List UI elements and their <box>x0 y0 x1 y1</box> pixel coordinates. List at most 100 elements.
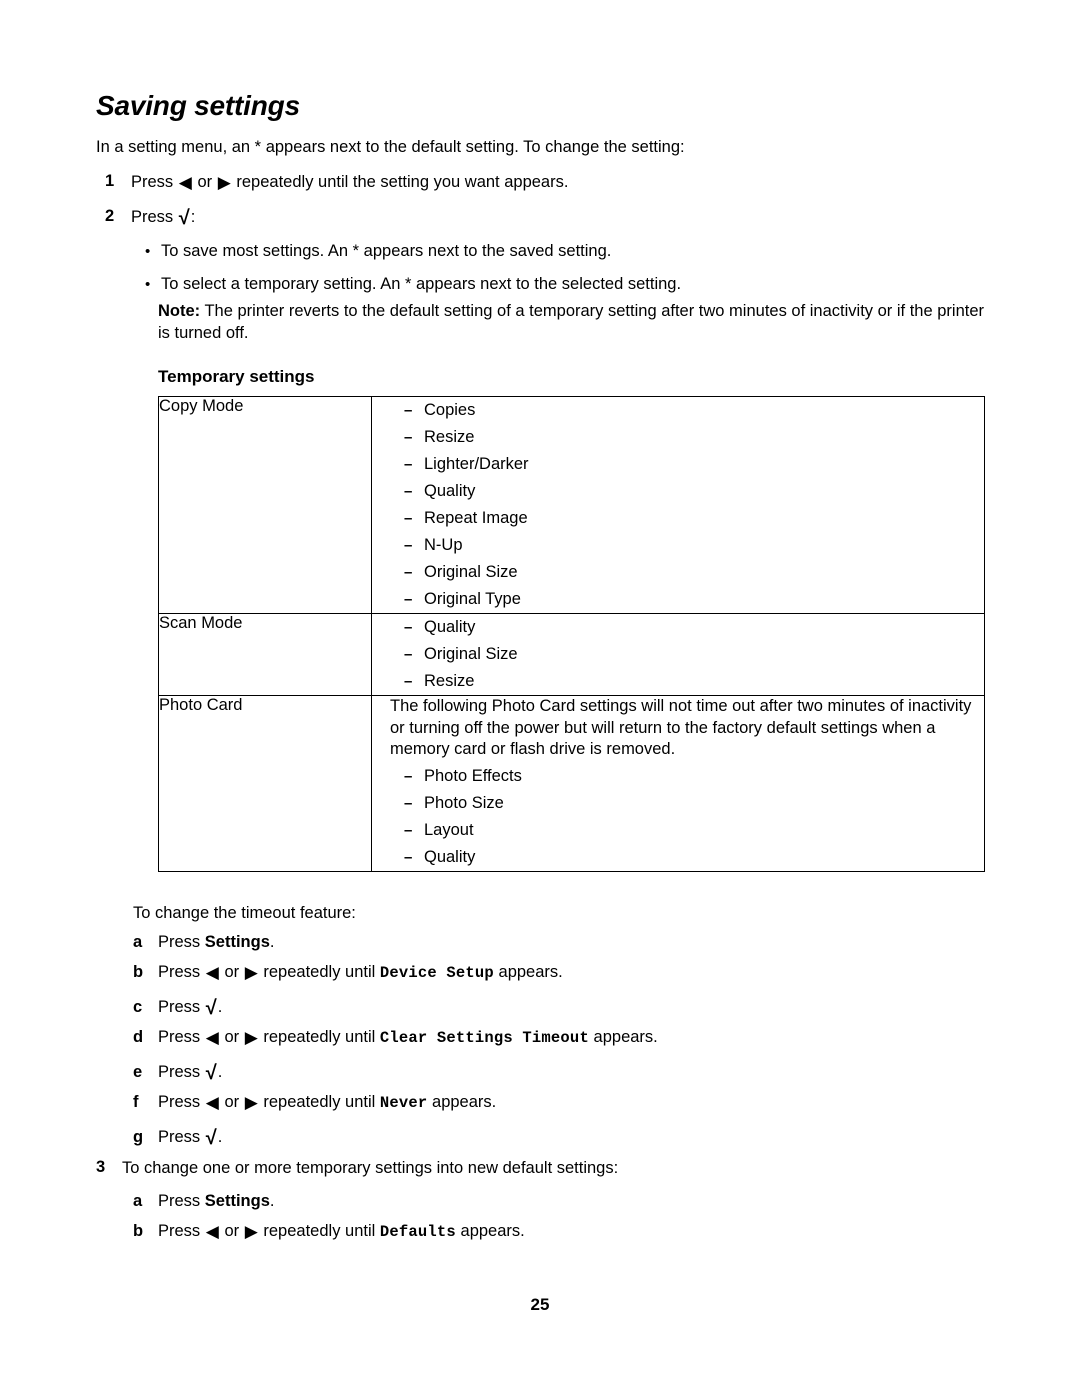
bullet-2-text: To select a temporary setting. An * appe… <box>161 275 682 293</box>
defaults-step-a: a Press Settings. <box>133 1191 274 1212</box>
list-item: – Photo Size <box>372 790 984 817</box>
dash-icon: – <box>404 510 413 527</box>
dash-icon: – <box>404 673 413 690</box>
row-item-list: – Quality – Original Size – Resize <box>372 614 984 695</box>
row-content: – Copies – Resize – Lighter/Darker – Quality… <box>371 396 985 614</box>
step-1-press: Press <box>131 173 174 191</box>
list-item: – Copies <box>372 397 984 424</box>
left-arrow-icon: ◀ <box>178 173 192 192</box>
list-item: – Original Size <box>372 559 984 586</box>
list-item: – Quality <box>372 614 984 641</box>
step-3-text: To change one or more temporary settings… <box>122 1159 619 1177</box>
settings-term: Settings <box>204 933 270 951</box>
note-block: Note: The printer reverts to the default… <box>158 300 996 344</box>
intro-paragraph: In a setting menu, an * appears next to … <box>96 138 685 156</box>
table-heading: Temporary settings <box>158 367 315 386</box>
dash-icon: – <box>404 456 413 473</box>
bullet-icon: • <box>145 276 151 293</box>
list-item: – Quality <box>372 844 984 871</box>
timeout-step-e: e Press √. <box>133 1062 222 1083</box>
bullet-icon: • <box>145 243 151 260</box>
step-text: Press Settings. <box>158 933 275 951</box>
step-text: Press √. <box>158 997 223 1019</box>
check-icon: √ <box>205 997 217 1019</box>
menu-term: Device Setup <box>379 964 494 982</box>
right-arrow-icon: ▶ <box>244 1093 258 1112</box>
list-item: – Quality <box>372 478 984 505</box>
right-arrow-icon: ▶ <box>244 963 258 982</box>
row-content: The following Photo Card settings will n… <box>371 695 985 872</box>
timeout-step-c: c Press √. <box>133 997 222 1018</box>
step-marker: c <box>133 998 143 1016</box>
check-icon: √ <box>178 207 190 229</box>
step-3: 3 To change one or more temporary settin… <box>96 1158 996 1179</box>
step-text: Press ◀ or ▶ repeatedly until Defaults a… <box>158 1222 525 1241</box>
list-item: – Layout <box>372 817 984 844</box>
note-label: Note: <box>158 302 201 320</box>
timeout-lead-text: To change the timeout feature: <box>133 904 356 922</box>
step-2-tail: : <box>190 208 196 226</box>
dash-icon: – <box>404 483 413 500</box>
step-2: 2 Press √: <box>105 207 985 228</box>
dash-icon: – <box>404 821 413 839</box>
left-arrow-icon: ◀ <box>205 1093 219 1112</box>
temporary-settings-table: Copy Mode – Copies – Resize – Lighter/Darke… <box>158 396 985 872</box>
list-item: – Resize <box>372 668 984 695</box>
list-item: – Original Size <box>372 641 984 668</box>
step-text: Press ◀ or ▶ repeatedly until Device Set… <box>158 963 563 982</box>
check-icon: √ <box>205 1062 217 1084</box>
table-row: Scan Mode – Quality – Original Size – Resiz… <box>158 613 985 696</box>
note-text: The printer reverts to the default setti… <box>158 302 984 342</box>
step-3-marker: 3 <box>96 1158 106 1176</box>
row-item-list: – Photo Effects – Photo Size – Layout – Qual… <box>372 763 984 871</box>
bullet-1-text: To save most settings. An * appears next… <box>161 242 612 260</box>
step-text: Press Settings. <box>158 1192 275 1210</box>
row-label: Photo Card <box>158 695 372 872</box>
step-2-press: Press <box>131 208 174 226</box>
list-item: • To select a temporary setting. An * ap… <box>145 274 1005 295</box>
row-label: Copy Mode <box>158 396 372 614</box>
step-2-marker: 2 <box>105 207 115 225</box>
step-marker: d <box>133 1028 144 1046</box>
timeout-step-f: f Press ◀ or ▶ repeatedly until Never ap… <box>133 1092 496 1114</box>
table-row: Copy Mode – Copies – Resize – Lighter/Darke… <box>158 396 985 614</box>
right-arrow-icon: ▶ <box>244 1028 258 1047</box>
page-title: Saving settings <box>96 90 300 121</box>
step-marker: b <box>133 963 144 981</box>
table-row: Photo Card The following Photo Card sett… <box>158 695 985 872</box>
defaults-step-b: b Press ◀ or ▶ repeatedly until Defaults… <box>133 1221 525 1243</box>
timeout-step-b: b Press ◀ or ▶ repeatedly until Device S… <box>133 962 563 984</box>
row-paragraph: The following Photo Card settings will n… <box>390 697 972 758</box>
timeout-step-a: a Press Settings. <box>133 932 274 953</box>
step-1-tail: repeatedly until the setting you want ap… <box>236 173 569 191</box>
menu-term: Defaults <box>379 1223 456 1241</box>
dash-icon: – <box>404 591 413 608</box>
list-item: – N-Up <box>372 532 984 559</box>
step-marker: f <box>133 1093 139 1111</box>
dash-icon: – <box>404 429 413 446</box>
menu-term: Never <box>379 1094 428 1112</box>
timeout-step-g: g Press √. <box>133 1127 222 1148</box>
step-2-text: Press √: <box>131 207 195 228</box>
page-number: 25 <box>530 1295 550 1314</box>
step-marker: g <box>133 1128 144 1146</box>
right-arrow-icon: ▶ <box>244 1222 258 1241</box>
dash-icon: – <box>404 402 413 419</box>
list-item: – Lighter/Darker <box>372 451 984 478</box>
left-arrow-icon: ◀ <box>205 963 219 982</box>
row-label: Scan Mode <box>158 613 372 696</box>
dash-icon: – <box>404 794 413 812</box>
step-1: 1 Press ◀ or ▶ repeatedly until the sett… <box>105 172 985 193</box>
step-marker: b <box>133 1222 144 1240</box>
right-arrow-icon: ▶ <box>217 173 231 192</box>
list-item: – Original Type <box>372 586 984 613</box>
left-arrow-icon: ◀ <box>205 1222 219 1241</box>
step-text: Press √. <box>158 1127 223 1149</box>
step-text: Press √. <box>158 1062 223 1084</box>
settings-term: Settings <box>204 1192 270 1210</box>
dash-icon: – <box>404 848 413 866</box>
left-arrow-icon: ◀ <box>205 1028 219 1047</box>
dash-icon: – <box>404 646 413 663</box>
step-1-or: or <box>197 173 213 191</box>
menu-term: Clear Settings Timeout <box>379 1029 589 1047</box>
